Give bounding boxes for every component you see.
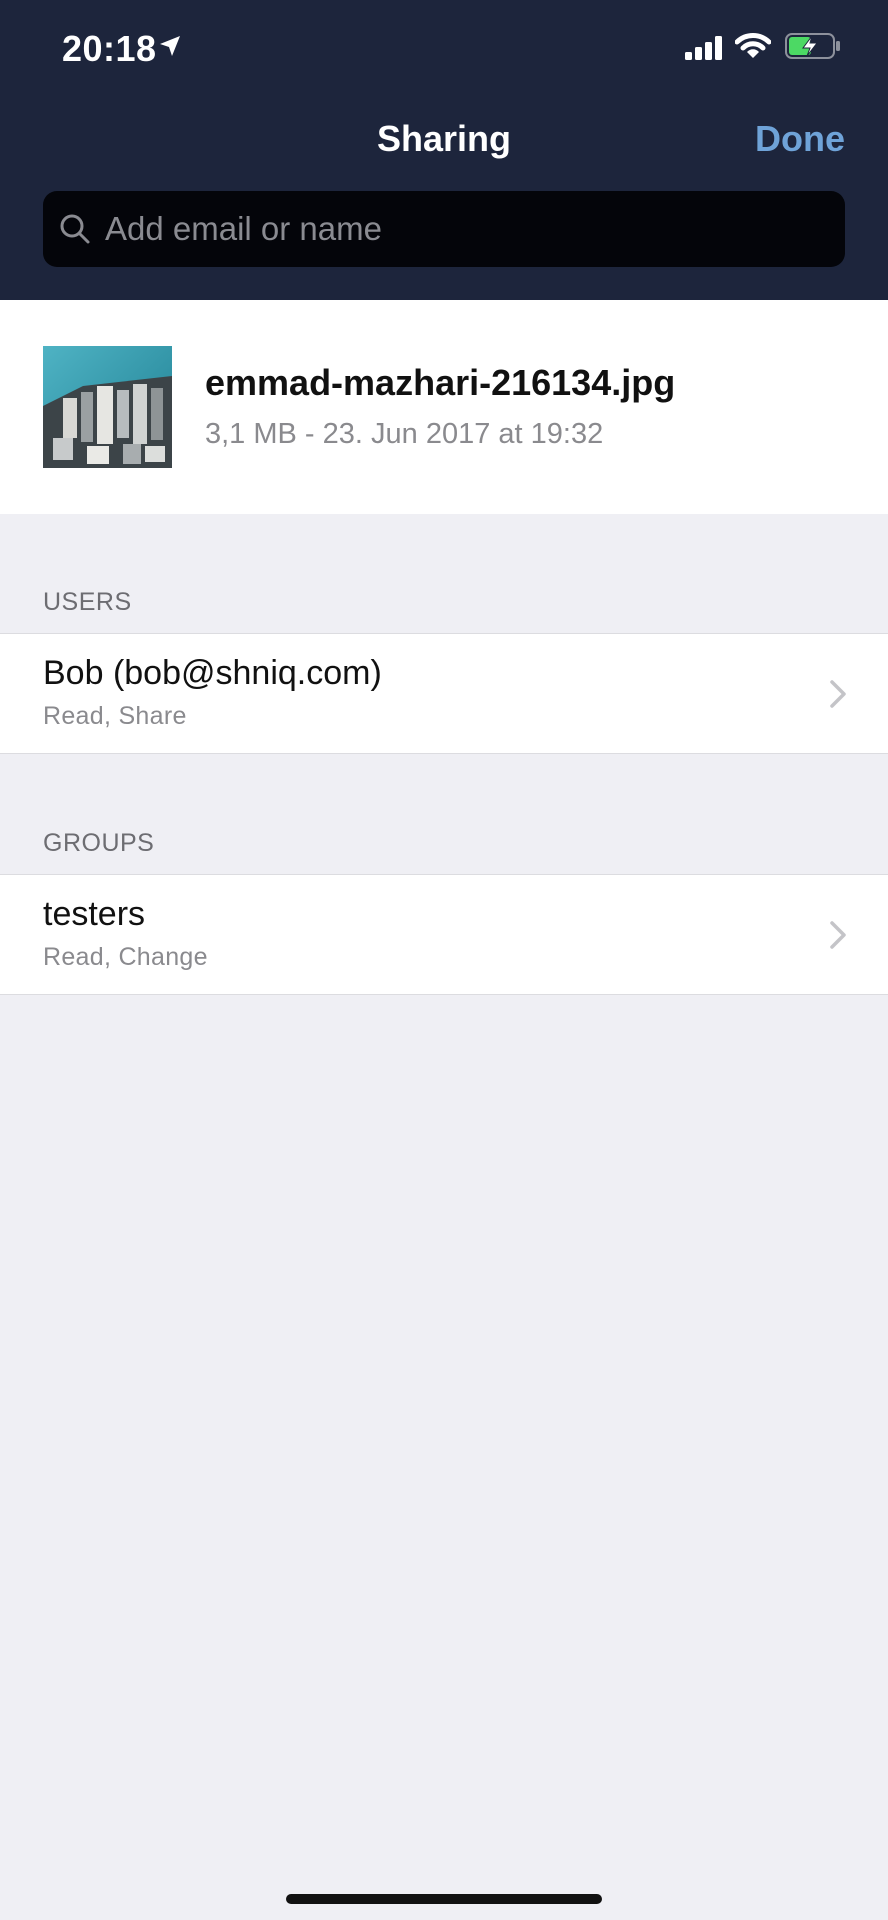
user-permissions: Read, Share xyxy=(43,702,187,730)
chevron-right-icon xyxy=(829,679,847,714)
list-item-user[interactable]: Bob (bob@shniq.com) Read, Share xyxy=(0,633,888,754)
group-permissions: Read, Change xyxy=(43,943,208,971)
user-name: Bob (bob@shniq.com) xyxy=(43,654,382,692)
nav-header: 20:18 Sharing Done xyxy=(0,0,888,300)
battery-charging-icon xyxy=(785,33,841,64)
file-info-card: emmad-mazhari-216134.jpg 3,1 MB - 23. Ju… xyxy=(0,300,888,514)
list-item-group[interactable]: testers Read, Change xyxy=(0,874,888,995)
location-arrow-icon xyxy=(158,34,182,63)
home-indicator[interactable] xyxy=(286,1894,602,1904)
file-name: emmad-mazhari-216134.jpg xyxy=(205,362,676,403)
done-button[interactable]: Done xyxy=(755,118,845,160)
chevron-right-icon xyxy=(829,920,847,955)
groups-section-header: GROUPS xyxy=(43,829,155,857)
file-thumbnail xyxy=(43,346,172,468)
status-time: 20:18 xyxy=(62,28,157,69)
signal-bars-icon xyxy=(685,36,725,65)
search-bar[interactable] xyxy=(43,191,845,267)
wifi-icon xyxy=(734,32,772,65)
search-icon xyxy=(59,213,91,250)
file-meta: 3,1 MB - 23. Jun 2017 at 19:32 xyxy=(205,418,604,450)
search-input[interactable] xyxy=(105,191,825,267)
group-name: testers xyxy=(43,895,146,933)
users-section-header: USERS xyxy=(43,588,132,616)
